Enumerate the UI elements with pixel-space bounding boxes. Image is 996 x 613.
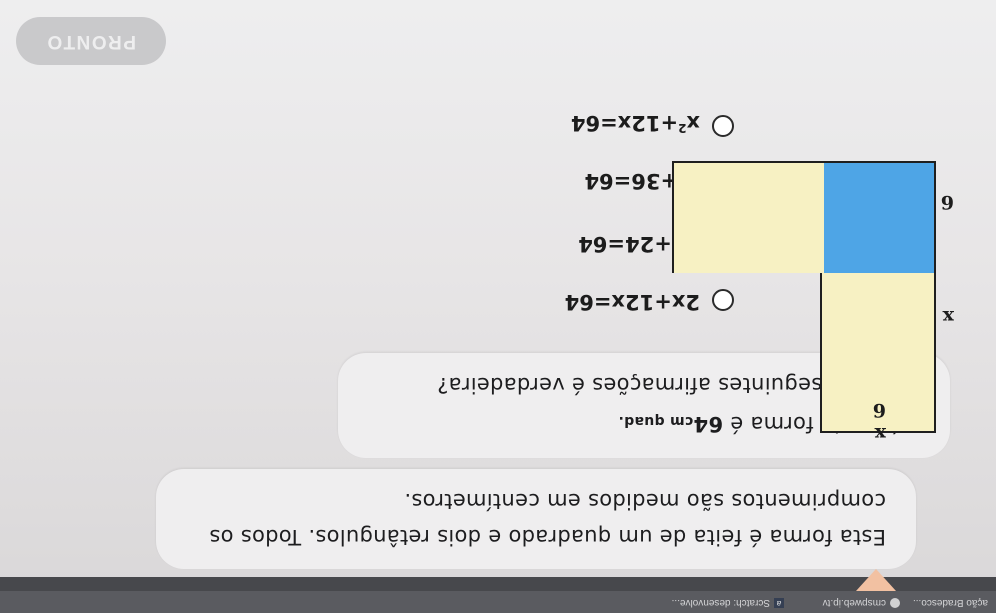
option-base: x: [686, 111, 700, 135]
label-top-6: 6: [872, 399, 886, 421]
square-x: [820, 161, 936, 273]
rectangle-horizontal: [672, 161, 824, 273]
option-label: 2x+12x=64: [564, 290, 700, 314]
option-exp: 2: [678, 121, 687, 135]
label-top-x: x: [874, 423, 886, 445]
globe-icon: [890, 597, 900, 608]
submit-button[interactable]: PRONTO: [16, 17, 166, 65]
area-unit: cm quad.: [618, 413, 694, 429]
option-4[interactable]: x2+12x=64: [394, 87, 734, 145]
shape-figure: [672, 93, 936, 433]
bookmark-scratch[interactable]: a Scratch: desenvolve...: [672, 597, 784, 608]
bookmark-cmspweb-label: cmspweb.ip.tv: [822, 597, 886, 608]
intro-bubble: Esta forma é feita de um quadrado e dois…: [156, 469, 916, 569]
label-side-6: 6: [940, 191, 954, 213]
radio-button[interactable]: [712, 289, 734, 311]
bookmark-scratch-label: Scratch: desenvolve...: [671, 597, 770, 608]
bookmark-cmspweb[interactable]: cmspweb.ip.tv: [823, 597, 900, 608]
option-rest: +36=64: [584, 169, 679, 193]
intro-text: Esta forma é feita de um quadrado e dois…: [209, 489, 886, 549]
avatar-ears-icon: [856, 569, 896, 591]
option-rest: +12x=64: [570, 111, 679, 135]
option-label: x2+12x=64: [571, 106, 700, 145]
browser-divider: [0, 577, 996, 591]
label-side-x: x: [942, 306, 954, 328]
radio-button[interactable]: [712, 115, 734, 137]
rotated-screen: ação Bradesco... cmspweb.ip.tv a Scratch:…: [0, 0, 996, 613]
area-value: 64: [693, 412, 724, 436]
bookmark-bradesco[interactable]: ação Bradesco...: [913, 597, 988, 608]
screenshot-stage: ação Bradesco... cmspweb.ip.tv a Scratch:…: [0, 0, 996, 613]
bookmarks-bar: ação Bradesco... cmspweb.ip.tv a Scratch:…: [0, 591, 996, 613]
scratch-icon: a: [774, 597, 784, 608]
